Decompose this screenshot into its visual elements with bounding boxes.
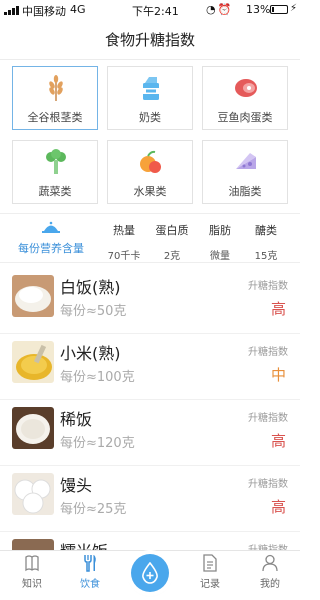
tab-diet[interactable]: 饮食 — [70, 554, 110, 590]
gi-label: 升糖指数 — [248, 479, 288, 490]
signal-icon — [4, 6, 22, 15]
battery-icon — [270, 5, 288, 14]
nutrition-summary: 每份营养含量 热量 70千卡 蛋白质 2克 脂肪 微量 醣类 15克 — [0, 213, 300, 263]
cheese-icon — [236, 153, 256, 169]
document-icon — [203, 554, 217, 572]
fruit-icon — [140, 150, 161, 173]
tab-records[interactable]: 记录 — [190, 554, 230, 590]
tab-label: 饮食 — [80, 579, 100, 590]
category-label: 全谷根茎类 — [27, 111, 83, 124]
milk-carton-icon — [143, 77, 159, 100]
nutrient-calories: 热量 70千卡 — [104, 222, 144, 262]
gi-level: 中 — [270, 366, 286, 384]
battery-percent: 13% — [246, 3, 271, 16]
food-portion: 每份≈25克 — [60, 502, 127, 517]
nutrient-value: 2克 — [163, 251, 181, 262]
carrier-label: 中国移动 — [22, 5, 66, 18]
alarm-lock-icons: ◔⏰ — [206, 3, 234, 16]
category-protein[interactable]: 豆鱼肉蛋类 — [202, 66, 288, 130]
tab-label: 记录 — [200, 579, 220, 590]
nutrient-carbs: 醣类 15克 — [246, 222, 286, 262]
congee-photo — [12, 407, 54, 449]
per-serving-tab[interactable]: 每份营养含量 — [16, 220, 86, 256]
nutrient-value: 70千卡 — [107, 251, 141, 262]
tab-knowledge[interactable]: 知识 — [12, 554, 52, 590]
page-title: 食物升糖指数 — [104, 31, 195, 49]
gi-label: 升糖指数 — [248, 413, 288, 424]
nutrient-name: 热量 — [113, 224, 135, 237]
status-bar: 中国移动 4G 下午2:41 ◔⏰ 13% ⚡ — [0, 0, 300, 20]
meat-icon — [235, 79, 257, 97]
nutrient-name: 脂肪 — [209, 224, 231, 237]
gi-level: 高 — [270, 498, 286, 516]
nutrient-value: 15克 — [254, 251, 278, 262]
charging-icon: ⚡ — [290, 3, 298, 14]
food-name: 稀饭 — [60, 410, 93, 429]
category-label: 蔬菜类 — [38, 185, 72, 198]
food-row[interactable]: 稀饭 每份≈120克 升糖指数 高 — [0, 400, 300, 466]
app-header: 食物升糖指数 — [0, 20, 300, 60]
tab-label: 知识 — [22, 579, 42, 590]
tab-profile[interactable]: 我的 — [250, 554, 290, 590]
food-portion: 每份≈100克 — [60, 370, 135, 385]
per-serving-label: 每份营养含量 — [18, 242, 84, 255]
gi-level: 高 — [270, 432, 286, 450]
category-fats[interactable]: 油脂类 — [202, 140, 288, 204]
nutrient-value: 微量 — [210, 251, 230, 262]
food-cover-icon — [42, 221, 60, 233]
utensils-icon — [84, 555, 96, 572]
food-name: 小米(熟) — [60, 344, 121, 363]
gi-label: 升糖指数 — [248, 347, 288, 358]
nutrient-protein: 蛋白质 2克 — [152, 222, 192, 262]
tab-label: 我的 — [260, 579, 280, 590]
food-row[interactable]: 白饭(熟) 每份≈50克 升糖指数 高 — [0, 268, 300, 334]
bottom-tab-bar: 知识 饮食 记录 我的 — [0, 550, 300, 600]
user-icon — [262, 554, 278, 572]
mantou-photo — [12, 473, 54, 515]
category-grains[interactable]: 全谷根茎类 — [12, 66, 98, 130]
category-label: 水果类 — [133, 185, 167, 198]
category-fruit[interactable]: 水果类 — [107, 140, 193, 204]
clock: 下午2:41 — [132, 5, 179, 18]
food-portion: 每份≈120克 — [60, 436, 135, 451]
nutrient-name: 醣类 — [255, 224, 277, 237]
food-row[interactable]: 馒头 每份≈25克 升糖指数 高 — [0, 466, 300, 532]
rice-photo — [12, 275, 54, 317]
food-row[interactable]: 小米(熟) 每份≈100克 升糖指数 中 — [0, 334, 300, 400]
category-vegetables[interactable]: 蔬菜类 — [12, 140, 98, 204]
broccoli-icon — [46, 149, 66, 174]
wheat-icon — [49, 75, 63, 101]
food-name: 白饭(熟) — [60, 278, 121, 297]
food-name: 馒头 — [60, 476, 93, 495]
category-label: 奶类 — [139, 111, 161, 124]
gi-level: 高 — [270, 300, 286, 318]
add-record-button[interactable] — [131, 554, 169, 592]
nutrient-name: 蛋白质 — [155, 224, 189, 237]
millet-photo — [12, 341, 54, 383]
category-label: 豆鱼肉蛋类 — [217, 111, 273, 124]
book-icon — [25, 555, 39, 572]
food-portion: 每份≈50克 — [60, 304, 127, 319]
add-drop-icon — [142, 562, 158, 584]
gi-label: 升糖指数 — [248, 281, 288, 292]
nutrient-fat: 脂肪 微量 — [200, 222, 240, 262]
category-label: 油脂类 — [228, 185, 262, 198]
category-dairy[interactable]: 奶类 — [107, 66, 193, 130]
network-type: 4G — [70, 3, 86, 16]
